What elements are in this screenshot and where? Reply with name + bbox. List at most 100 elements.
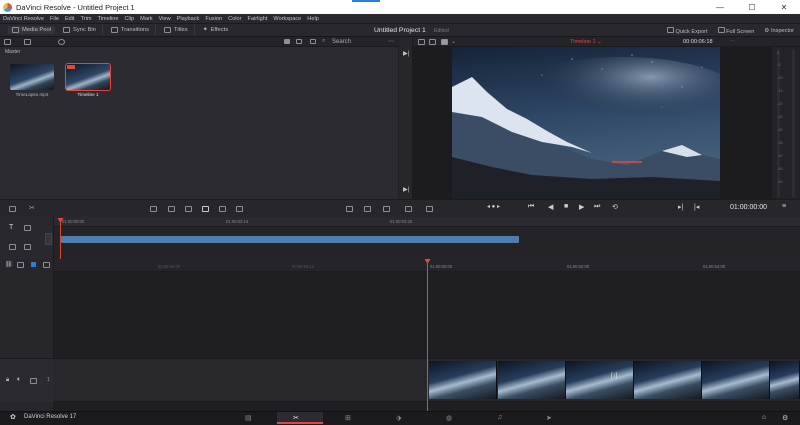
menu-trim[interactable]: Trim — [81, 16, 92, 22]
menu-fairlight[interactable]: Fairlight — [248, 16, 268, 22]
filmstrip-frame[interactable] — [498, 361, 566, 399]
jog-control-icon[interactable]: ◂ ● ▸ — [487, 203, 500, 210]
media-clip-thumbnail[interactable] — [10, 64, 54, 90]
ripple-overwrite-icon[interactable] — [185, 206, 192, 212]
filmstrip-frame[interactable] — [429, 361, 497, 399]
viewer-layout-icon[interactable] — [418, 39, 425, 45]
upper-timeline-clip[interactable] — [61, 236, 519, 243]
minimize-button[interactable]: — — [704, 3, 736, 12]
menu-davinci-resolve[interactable]: DaVinci Resolve — [3, 16, 44, 22]
viewer-timeline-name[interactable]: Timeline 1 ⌄ — [570, 39, 602, 45]
search-field[interactable]: Search — [332, 39, 351, 45]
text-tool-icon[interactable]: T — [9, 224, 13, 231]
filmstrip-frame[interactable] — [634, 361, 702, 399]
panel-toggle-icon[interactable] — [4, 39, 11, 45]
stop-icon[interactable]: ■ — [564, 203, 568, 210]
viewer-overlay-icon[interactable] — [441, 39, 448, 45]
transitions-button[interactable]: Transitions — [110, 27, 149, 33]
upper-playhead[interactable] — [60, 219, 61, 259]
viewer-mode-icon[interactable] — [429, 39, 436, 45]
zoom-dropdown-icon[interactable]: ⌄ — [451, 38, 456, 45]
viewer-mode-toggle-icon[interactable] — [426, 206, 433, 212]
smart-insert-icon[interactable] — [150, 206, 157, 212]
titles-button[interactable]: Titles — [164, 27, 188, 33]
menu-file[interactable]: File — [50, 16, 59, 22]
fairlight-page-icon[interactable]: ♫ — [497, 414, 502, 421]
cut-page-icon[interactable]: ✂ — [293, 414, 299, 422]
menu-color[interactable]: Color — [228, 16, 241, 22]
inspector-button[interactable]: ⚙ Inspector — [764, 28, 794, 34]
audio-track-icon[interactable]: 🔈︎ — [17, 376, 21, 384]
sync-bin-button[interactable]: Sync Bin — [63, 27, 96, 33]
more-options-icon[interactable]: ⋯ — [388, 38, 394, 45]
thumbnail-view-icon[interactable] — [284, 39, 290, 44]
menu-fusion[interactable]: Fusion — [205, 16, 222, 22]
home-icon[interactable]: ⌂ — [762, 414, 766, 421]
bin-icon[interactable] — [9, 206, 16, 212]
scissors-icon[interactable]: ✂ — [29, 204, 35, 212]
go-to-start-icon[interactable]: ⏮ — [528, 203, 534, 211]
lock-track-icon[interactable]: 🔒︎ — [6, 377, 9, 384]
settings-icon[interactable]: ⚙ — [782, 414, 788, 422]
video-toggle-icon[interactable] — [31, 262, 36, 267]
append-icon[interactable] — [168, 206, 175, 212]
titlebar-accent — [352, 0, 380, 2]
lower-playhead[interactable] — [427, 262, 428, 411]
fusion-page-icon[interactable]: ⬗ — [396, 414, 401, 422]
snap-icon[interactable] — [24, 244, 31, 250]
play-reverse-icon[interactable]: ◀ — [548, 203, 553, 211]
marker-toggle-icon[interactable] — [43, 262, 50, 268]
filmstrip-frame[interactable] — [566, 361, 634, 399]
quick-export-button[interactable]: Quick Export — [666, 27, 708, 35]
menu-edit[interactable]: Edit — [65, 16, 75, 22]
menu-icon[interactable]: ≡ — [782, 203, 786, 210]
next-edit-icon[interactable]: |◂ — [694, 203, 699, 211]
edit-page-icon[interactable]: ⊞ — [345, 414, 351, 422]
close-button[interactable]: ✕ — [768, 3, 800, 12]
refresh-icon[interactable] — [58, 39, 65, 45]
media-pool-button[interactable]: Media Pool — [8, 26, 56, 34]
menu-mark[interactable]: Mark — [140, 16, 152, 22]
filmstrip-frame[interactable] — [770, 361, 800, 399]
split-icon[interactable] — [346, 206, 353, 212]
track-handle[interactable] — [45, 233, 52, 245]
effects-button[interactable]: ✦ Effects — [203, 27, 228, 33]
safe-area-icon[interactable] — [405, 206, 412, 212]
menu-view[interactable]: View — [159, 16, 171, 22]
deliver-page-icon[interactable]: ➤ — [546, 414, 552, 422]
loop-icon[interactable]: ⟲ — [612, 203, 618, 211]
search-icon[interactable]: ⌕ — [322, 38, 325, 45]
close-up-icon[interactable] — [202, 206, 209, 212]
place-on-top-icon[interactable] — [219, 206, 226, 212]
viewer-options-icon[interactable]: ⋯ — [730, 38, 735, 44]
menu-workspace[interactable]: Workspace — [273, 16, 301, 22]
upper-timeline-ruler[interactable] — [54, 217, 800, 227]
filmstrip-frame[interactable] — [702, 361, 770, 399]
next-clip-icon[interactable]: ▶| — [403, 186, 409, 193]
menu-playback[interactable]: Playback — [177, 16, 200, 22]
prev-edit-icon[interactable]: ▸| — [678, 203, 683, 211]
link-icon[interactable]: ⛓ — [5, 261, 13, 268]
media-page-icon[interactable]: ▤ — [245, 414, 252, 422]
track-height-icon[interactable] — [9, 244, 16, 250]
menu-bar: DaVinci Resolve File Edit Trim Timeline … — [0, 14, 800, 23]
transform-icon[interactable] — [383, 206, 390, 212]
list-view-icon[interactable] — [296, 39, 302, 44]
audio-toggle-icon[interactable] — [17, 262, 24, 268]
bin-list-icon[interactable] — [24, 39, 31, 45]
source-overwrite-icon[interactable] — [236, 206, 243, 212]
menu-timeline[interactable]: Timeline — [98, 16, 119, 22]
play-icon[interactable]: ▶ — [579, 203, 584, 211]
menu-clip[interactable]: Clip — [125, 16, 135, 22]
dynamic-trim-icon[interactable] — [364, 206, 371, 212]
maximize-button[interactable]: ☐ — [736, 3, 768, 12]
sort-icon[interactable] — [310, 39, 316, 44]
go-to-end-icon[interactable]: ⏭ — [594, 203, 600, 211]
full-screen-button[interactable]: Full Screen — [717, 27, 754, 35]
monitor-track-icon[interactable] — [30, 378, 37, 384]
timeline-thumbnail[interactable] — [65, 63, 111, 91]
menu-help[interactable]: Help — [307, 16, 319, 22]
color-page-icon[interactable]: ◍ — [446, 414, 452, 422]
previous-clip-icon[interactable]: ▶| — [403, 50, 409, 57]
zoom-icon[interactable] — [24, 225, 31, 231]
